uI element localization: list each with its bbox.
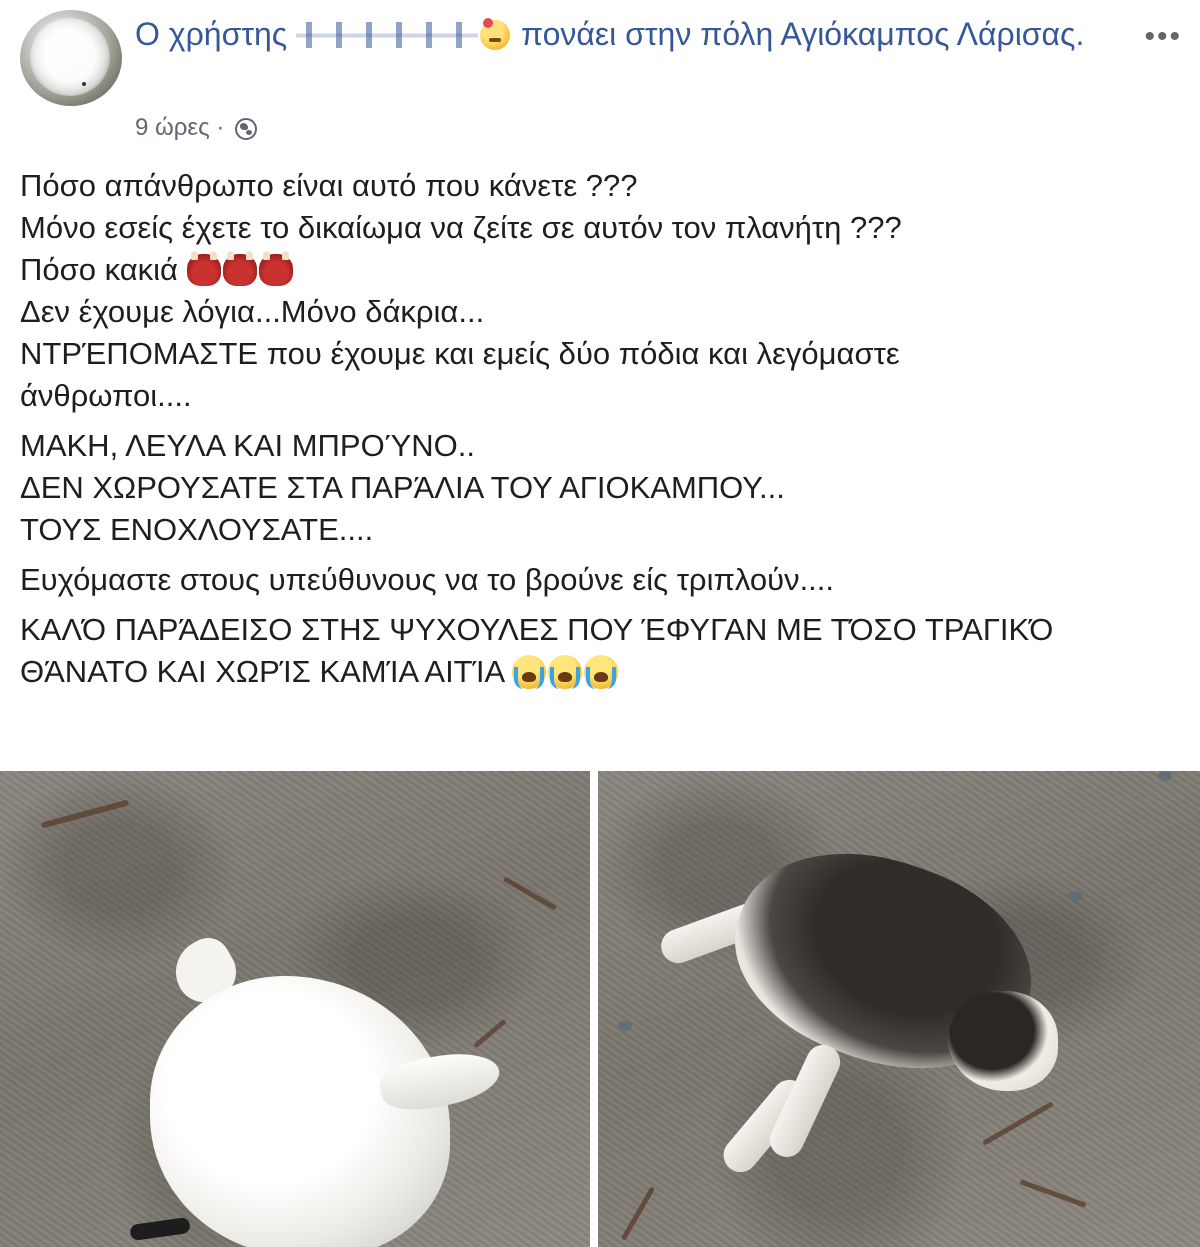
text-line: Δεν έχουμε λόγια...Μόνο δάκρια... bbox=[20, 294, 485, 329]
profile-avatar[interactable] bbox=[20, 10, 122, 106]
avatar-blur-redaction bbox=[30, 18, 110, 96]
globe-icon[interactable] bbox=[235, 118, 258, 140]
text-line: ΚΑΛΌ ΠΑΡΆΔΕΙΣΟ ΣΤΗΣ ΨΥΧΟΥΛΕΣ ΠΟΥ ΈΦΥΓΑΝ … bbox=[20, 612, 1054, 647]
headline-prefix: Ο χρήστης bbox=[135, 16, 288, 52]
paragraph-2: ΜΑΚΗ, ΛΕΥΛΑ ΚΑΙ ΜΠΡΟΎΝΟ.. ΔΕΝ ΧΩΡΟΥΣΑΤΕ … bbox=[20, 425, 1185, 551]
paragraph-3: Ευχόμαστε στους υπεύθυνους να το βρούνε … bbox=[20, 559, 1185, 601]
text-line: ΔΕΝ ΧΩΡΟΥΣΑΤΕ ΣΤΑ ΠΑΡΆΛΙΑ ΤΟΥ ΑΓΙΟΚΑΜΠΟΥ… bbox=[20, 470, 785, 505]
post-headline: Ο χρήστης πονάει στην πόλη Αγιόκαμπος Λά… bbox=[135, 12, 1115, 56]
text-line: ΝΤΡΈΠΟΜΑΣΤΕ που έχουμε και εμείς δύο πόδ… bbox=[20, 336, 900, 371]
more-options-icon[interactable]: ••• bbox=[1144, 20, 1182, 54]
avatar-detail bbox=[82, 82, 86, 86]
ogre-emoji-icon bbox=[222, 251, 257, 286]
crying-face-emoji-icon bbox=[548, 655, 583, 689]
meta-separator: · bbox=[216, 114, 225, 141]
text-line: ΤΟΥΣ ΕΝΟΧΛΟΥΣΑΤΕ.... bbox=[20, 512, 374, 547]
text-line-with-emojis: ΘΆΝΑΤΟ ΚΑΙ ΧΩΡΊΣ ΚΑΜΊΑ ΑΙΤΊΑ bbox=[20, 651, 1185, 693]
text-line: Πόσο κακιά bbox=[20, 252, 178, 287]
text-line: ΘΆΝΑΤΟ ΚΑΙ ΧΩΡΊΣ ΚΑΜΊΑ ΑΙΤΊΑ bbox=[20, 654, 504, 689]
text-line: Πόσο απάνθρωπο είναι αυτό που κάνετε ??? bbox=[20, 168, 638, 203]
post-header: Ο χρήστης πονάει στην πόλη Αγιόκαμπος Λά… bbox=[0, 0, 1200, 150]
text-line: Μόνο εσείς έχετε το δικαίωμα να ζείτε σε… bbox=[20, 210, 902, 245]
pebble bbox=[1158, 771, 1172, 781]
paragraph-1: Πόσο απάνθρωπο είναι αυτό που κάνετε ???… bbox=[20, 165, 1185, 417]
ogre-emoji-icon bbox=[258, 251, 293, 286]
post-photo-white-dog[interactable] bbox=[0, 771, 590, 1247]
text-line: Ευχόμαστε στους υπεύθυνους να το βρούνε … bbox=[20, 562, 835, 597]
headline-feeling-location[interactable]: πονάει στην πόλη Αγιόκαμπος Λάρισας. bbox=[521, 16, 1084, 52]
text-line: ΜΑΚΗ, ΛΕΥΛΑ ΚΑΙ ΜΠΡΟΎΝΟ.. bbox=[20, 428, 475, 463]
redacted-username-link[interactable] bbox=[296, 22, 479, 48]
pebble bbox=[1068, 891, 1082, 901]
post-body: Πόσο απάνθρωπο είναι αυτό που κάνετε ???… bbox=[20, 165, 1185, 701]
pebble bbox=[618, 1021, 632, 1031]
text-line-with-emojis: Πόσο κακιά bbox=[20, 249, 1185, 291]
ogre-emoji-icon bbox=[186, 251, 221, 286]
crying-face-emoji-icon bbox=[584, 655, 619, 689]
dog-head bbox=[948, 991, 1058, 1091]
hurt-face-emoji-icon bbox=[480, 18, 511, 50]
crying-face-emoji-icon bbox=[512, 655, 547, 689]
post-meta: 9 ώρες · bbox=[135, 110, 258, 146]
post-photo-black-white-dog[interactable] bbox=[598, 771, 1200, 1247]
post-timestamp[interactable]: 9 ώρες bbox=[135, 114, 210, 141]
text-line: άνθρωποι.... bbox=[20, 378, 192, 413]
paragraph-4: ΚΑΛΌ ΠΑΡΆΔΕΙΣΟ ΣΤΗΣ ΨΥΧΟΥΛΕΣ ΠΟΥ ΈΦΥΓΑΝ … bbox=[20, 609, 1185, 693]
